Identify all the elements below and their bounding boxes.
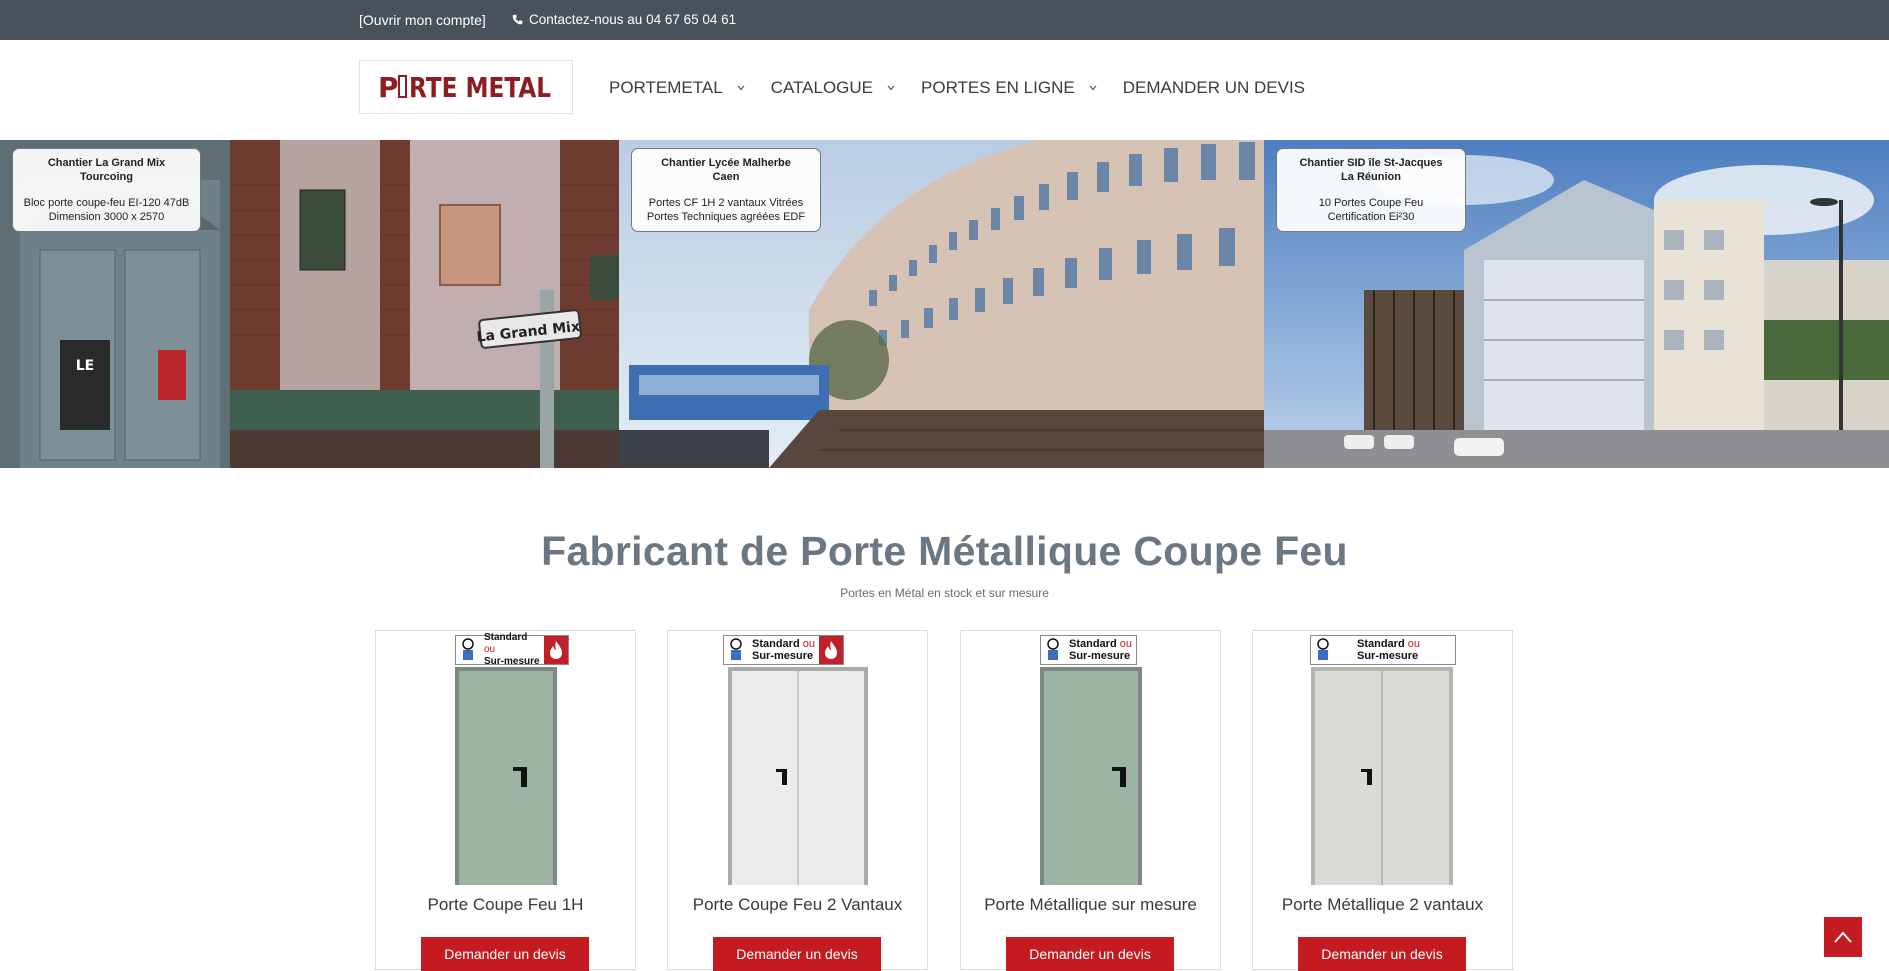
chevron-down-icon [887, 85, 895, 91]
caption-body-line2: Certification Ei²30 [1327, 211, 1415, 223]
badge-line1: Standard [1357, 638, 1405, 650]
request-quote-button[interactable]: Demander un devis [1006, 937, 1174, 971]
standard-badge: Standard ou Sur-mesure [455, 632, 569, 667]
nav-label: CATALOGUE [770, 78, 874, 97]
door-image [1040, 667, 1142, 885]
worker-icon [1317, 638, 1329, 660]
nav-catalogue[interactable]: CATALOGUE [771, 78, 895, 98]
badge-line1: Standard [484, 632, 528, 643]
chevron-up-icon [1834, 931, 1852, 943]
hero-panel-st-jacques[interactable]: Chantier SID île St-Jacques La Réunion 1… [1264, 140, 1889, 468]
caption-body-line2: Dimension 3000 x 2570 [48, 211, 165, 223]
caption-st-jacques: Chantier SID île St-Jacques La Réunion 1… [1276, 148, 1466, 232]
page-title: Fabricant de Porte Métallique Coupe Feu [541, 528, 1348, 574]
hero-gallery: LE La Grand Mix Chantier La Grand Mix To… [0, 140, 1889, 468]
logo-mark: P RTE METAL [378, 71, 551, 104]
nav-demander-un-devis[interactable]: DEMANDER UN DEVIS [1123, 78, 1305, 98]
caption-title-line1: Chantier Lycée Malherbe [661, 157, 791, 169]
caption-body-line1: Portes CF 1H 2 vantaux Vitrées [648, 197, 804, 209]
caption-title-line1: Chantier La Grand Mix [47, 157, 166, 169]
caption-title-line2: Tourcoing [80, 171, 133, 183]
product-name[interactable]: Porte Coupe Feu 2 Vantaux [668, 895, 927, 915]
poster-text: LE [76, 358, 94, 374]
request-quote-button[interactable]: Demander un devis [1298, 937, 1466, 971]
product-name[interactable]: Porte Métallique 2 vantaux [1253, 895, 1512, 915]
worker-icon [1047, 638, 1059, 660]
open-account-link[interactable]: [Ouvrir mon compte] [359, 12, 486, 28]
site-header: P RTE METAL PORTEMETAL CATALOGUE PORTES … [0, 40, 1889, 140]
phone-icon [512, 14, 523, 25]
nav-label: PORTEMETAL [609, 78, 723, 97]
product-card[interactable]: Standard ou Sur-mesure Porte Métallique 2… [1252, 630, 1513, 971]
caption-body-line2: Portes Techniques agréées EDF [646, 211, 806, 223]
back-to-top-button[interactable] [1824, 917, 1862, 957]
caption-title-line2: Caen [712, 171, 740, 183]
badge-line1: Standard [1069, 638, 1117, 650]
caption-body-line1: 10 Portes Coupe Feu [1318, 197, 1424, 209]
hero-panel-grand-mix[interactable]: LE La Grand Mix Chantier La Grand Mix To… [0, 140, 619, 468]
badge-line2: Sur-mesure [752, 650, 814, 662]
badge-line2: Sur-mesure [1069, 650, 1131, 662]
request-quote-button[interactable]: Demander un devis [421, 937, 589, 971]
nav-label: PORTES EN LIGNE [921, 78, 1075, 97]
worker-icon [730, 638, 742, 660]
product-card[interactable]: Standard ou Sur-mesure Porte Coupe Feu 1H … [375, 630, 636, 971]
chevron-down-icon [737, 85, 745, 91]
main-nav: PORTEMETAL CATALOGUE PORTES EN LIGNE DEM… [609, 78, 1305, 98]
standard-badge: Standard ou Sur-mesure [1040, 635, 1137, 665]
standard-badge: Standard ou Sur-mesure [1310, 635, 1456, 665]
request-quote-button[interactable]: Demander un devis [713, 937, 881, 971]
badge-ou: ou [1407, 638, 1420, 650]
phone-contact[interactable]: Contactez-nous au 04 67 65 04 61 [512, 12, 736, 27]
chevron-down-icon [1089, 85, 1097, 91]
badge-ou: ou [484, 644, 496, 655]
worker-icon [462, 638, 474, 660]
badge-ou: ou [1119, 638, 1132, 650]
badge-ou: ou [802, 638, 815, 650]
caption-title-line1: Chantier SID île St-Jacques [1299, 157, 1443, 169]
product-name[interactable]: Porte Coupe Feu 1H [376, 895, 635, 915]
badge-line1: Standard [752, 638, 800, 650]
fire-icon [549, 641, 562, 659]
caption-body-line1: Bloc porte coupe-feu EI-120 47dB [23, 197, 190, 209]
standard-badge: Standard ou Sur-mesure [723, 635, 844, 665]
hero-panel-malherbe[interactable]: Chantier Lycée Malherbe Caen Portes CF 1… [619, 140, 1264, 468]
page-subtitle: Portes en Métal en stock et sur mesure [840, 586, 1049, 600]
caption-grand-mix: Chantier La Grand Mix Tourcoing Bloc por… [12, 148, 201, 232]
door-image [455, 667, 557, 885]
fire-icon [825, 641, 837, 659]
product-card[interactable]: Standard ou Sur-mesure Porte Coupe Feu 2 … [667, 630, 928, 971]
top-bar: [Ouvrir mon compte] Contactez-nous au 04… [0, 0, 1889, 40]
caption-title-line2: La Réunion [1341, 171, 1401, 183]
door-image [1311, 667, 1453, 885]
caption-malherbe: Chantier Lycée Malherbe Caen Portes CF 1… [631, 148, 821, 232]
nav-portes-en-ligne[interactable]: PORTES EN LIGNE [921, 78, 1097, 98]
product-name[interactable]: Porte Métallique sur mesure [961, 895, 1220, 915]
svg-text:P: P [378, 71, 399, 104]
product-card[interactable]: Standard ou Sur-mesure Porte Métallique s… [960, 630, 1221, 971]
nav-label: DEMANDER UN DEVIS [1122, 78, 1306, 97]
badge-line2: Sur-mesure [1357, 650, 1419, 662]
phone-label: Contactez-nous au 04 67 65 04 61 [529, 12, 737, 27]
nav-portemetal[interactable]: PORTEMETAL [609, 78, 745, 98]
site-logo[interactable]: P RTE METAL [359, 60, 573, 114]
door-image [728, 667, 868, 885]
